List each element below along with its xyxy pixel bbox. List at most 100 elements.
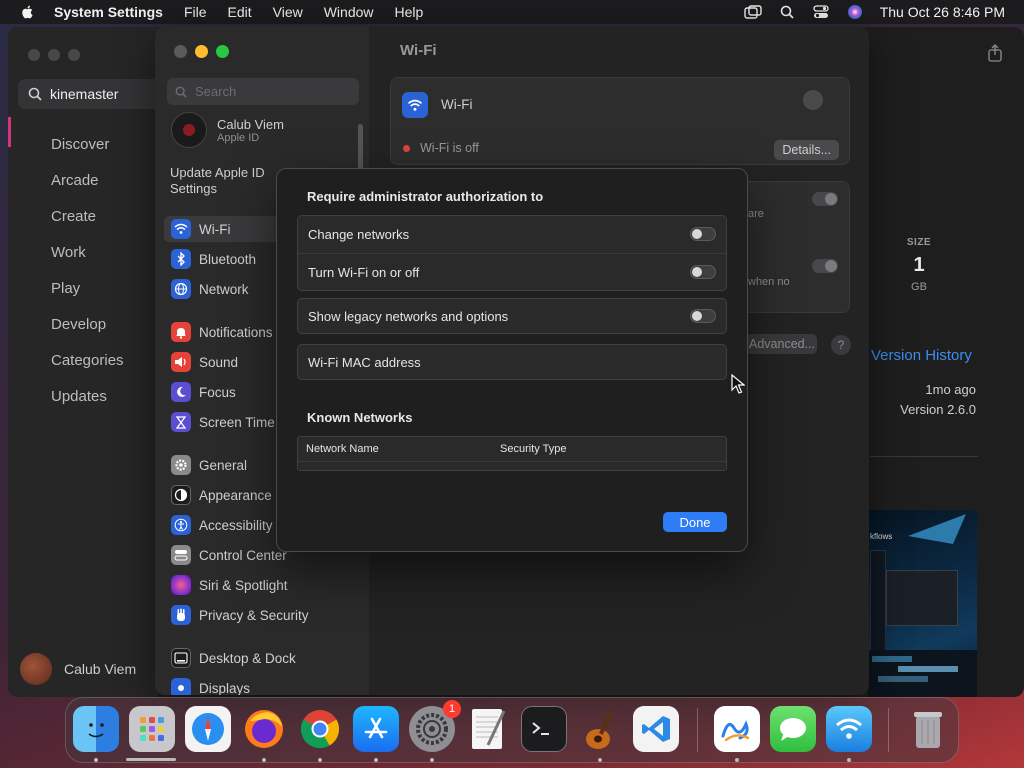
help-button[interactable]: ?: [831, 335, 851, 355]
system-settings-icon[interactable]: 1: [409, 700, 461, 752]
menu-app-name[interactable]: System Settings: [54, 4, 163, 20]
advanced-button[interactable]: Advanced...: [745, 334, 817, 354]
size-label: SIZE: [906, 237, 932, 248]
safari-icon[interactable]: [185, 706, 231, 752]
sidebar-item-displays[interactable]: Displays: [164, 675, 360, 695]
spotlight-search-icon[interactable]: [778, 4, 796, 20]
app-store-icon[interactable]: [353, 706, 399, 752]
menu-clock[interactable]: Thu Oct 26 8:46 PM: [880, 4, 1005, 20]
legacy-networks-toggle[interactable]: [690, 309, 716, 323]
mouse-cursor-icon: [731, 374, 745, 394]
sidebar-item-privacy-security[interactable]: Privacy & Security: [164, 602, 360, 628]
menu-window[interactable]: Window: [324, 4, 374, 20]
details-button[interactable]: Details...: [774, 140, 839, 160]
mac-address-row[interactable]: Wi-Fi MAC address: [298, 345, 726, 379]
sidebar-item-label: Displays: [199, 680, 251, 696]
menu-bar: System Settings File Edit View Window He…: [0, 0, 1024, 24]
wifi-status: Wi-Fi is off: [403, 141, 479, 155]
menu-help[interactable]: Help: [395, 4, 424, 20]
zoom-button[interactable]: [68, 49, 80, 61]
launchpad-icon[interactable]: [129, 706, 175, 752]
nav-arcade[interactable]: Arcade: [51, 171, 124, 207]
option-toggle[interactable]: [812, 192, 838, 206]
menu-edit[interactable]: Edit: [228, 4, 252, 20]
menu-file[interactable]: File: [184, 4, 207, 20]
bluetooth-icon: [171, 249, 191, 269]
change-networks-row: Change networks: [298, 216, 726, 253]
accessibility-icon: [171, 515, 191, 535]
bell-icon: [171, 322, 191, 342]
screen-mirroring-icon[interactable]: [744, 4, 762, 20]
settings-search-field[interactable]: Search: [167, 78, 359, 105]
nav-categories[interactable]: Categories: [51, 351, 124, 387]
appearance-icon: [171, 485, 191, 505]
vscode-icon[interactable]: [633, 706, 679, 752]
wifi-toggle[interactable]: [803, 90, 823, 110]
search-value: kinemaster: [50, 86, 119, 102]
sidebar-item-label: Wi-Fi: [199, 221, 231, 237]
done-button[interactable]: Done: [663, 512, 727, 532]
close-button[interactable]: [174, 45, 187, 58]
share-icon[interactable]: [987, 44, 1003, 62]
control-center-icon[interactable]: [812, 4, 830, 20]
screenshot-panel: [886, 570, 958, 626]
trash-icon[interactable]: [905, 706, 951, 752]
sidebar-item-label: Desktop & Dock: [199, 650, 296, 666]
table-divider: [298, 461, 726, 462]
running-indicator: [430, 758, 434, 762]
nav-work[interactable]: Work: [51, 243, 124, 279]
nav-updates[interactable]: Updates: [51, 387, 124, 423]
wifi-card: Wi-Fi Wi-Fi is off Details...: [390, 77, 850, 165]
launchpad-underline: [126, 758, 176, 761]
freeform-icon[interactable]: [714, 706, 760, 752]
nav-discover[interactable]: Discover: [51, 135, 124, 171]
column-header-network-name[interactable]: Network Name: [306, 443, 379, 455]
wifi-status-text: Wi-Fi is off: [420, 141, 479, 155]
nav-create[interactable]: Create: [51, 207, 124, 243]
menu-view[interactable]: View: [273, 4, 303, 20]
sidebar-item-siri-spotlight[interactable]: Siri & Spotlight: [164, 572, 360, 598]
terminal-icon[interactable]: [521, 706, 567, 752]
globe-icon: [171, 279, 191, 299]
nav-develop[interactable]: Develop: [51, 315, 124, 351]
turn-wifi-toggle[interactable]: [690, 265, 716, 279]
siri-icon[interactable]: [846, 4, 864, 20]
sidebar-item-label: Notifications: [199, 324, 273, 340]
textedit-icon[interactable]: [465, 706, 511, 752]
nav-play[interactable]: Play: [51, 279, 124, 315]
sidebar-item-label: Focus: [199, 384, 236, 400]
change-networks-toggle[interactable]: [690, 227, 716, 241]
siri-icon: [171, 575, 191, 595]
sidebar-item-desktop-dock[interactable]: Desktop & Dock: [164, 645, 360, 671]
running-indicator: [735, 758, 739, 762]
messages-icon[interactable]: [770, 706, 816, 752]
firefox-icon[interactable]: [241, 706, 287, 752]
app-store-sidebar: kinemaster Discover Arcade Create Work P…: [8, 27, 168, 697]
close-button[interactable]: [28, 49, 40, 61]
sidebar-item-label: Screen Time: [199, 414, 275, 430]
apple-menu-icon[interactable]: [18, 4, 38, 20]
apple-id-account[interactable]: Calub Viem Apple ID: [171, 112, 284, 148]
sidebar-item-label: Accessibility: [199, 517, 273, 533]
option-toggle[interactable]: [812, 259, 838, 273]
wireless-diagnostics-icon[interactable]: [826, 706, 872, 752]
size-unit: GB: [911, 281, 927, 293]
app-store-nav: Discover Arcade Create Work Play Develop…: [51, 135, 124, 423]
account-name: Calub Viem: [64, 661, 137, 677]
app-store-search-field[interactable]: kinemaster: [18, 79, 168, 109]
finder-icon[interactable]: [73, 706, 119, 752]
sidebar-item-label: General: [199, 457, 248, 473]
app-screenshot-preview[interactable]: kflows: [868, 510, 977, 697]
version-history-link[interactable]: Version History: [871, 347, 972, 364]
update-apple-id-settings[interactable]: Update Apple ID Settings: [170, 165, 280, 197]
minimize-button[interactable]: [48, 49, 60, 61]
minimize-button[interactable]: [195, 45, 208, 58]
chrome-icon[interactable]: [297, 706, 343, 752]
known-networks-table[interactable]: Network Name Security Type: [297, 436, 727, 471]
garageband-icon[interactable]: [577, 706, 623, 752]
zoom-button[interactable]: [216, 45, 229, 58]
app-store-account[interactable]: Calub Viem: [20, 653, 136, 685]
column-header-security-type[interactable]: Security Type: [500, 443, 566, 455]
sidebar-item-label: Siri & Spotlight: [199, 577, 288, 593]
status-dot-icon: [403, 144, 410, 152]
